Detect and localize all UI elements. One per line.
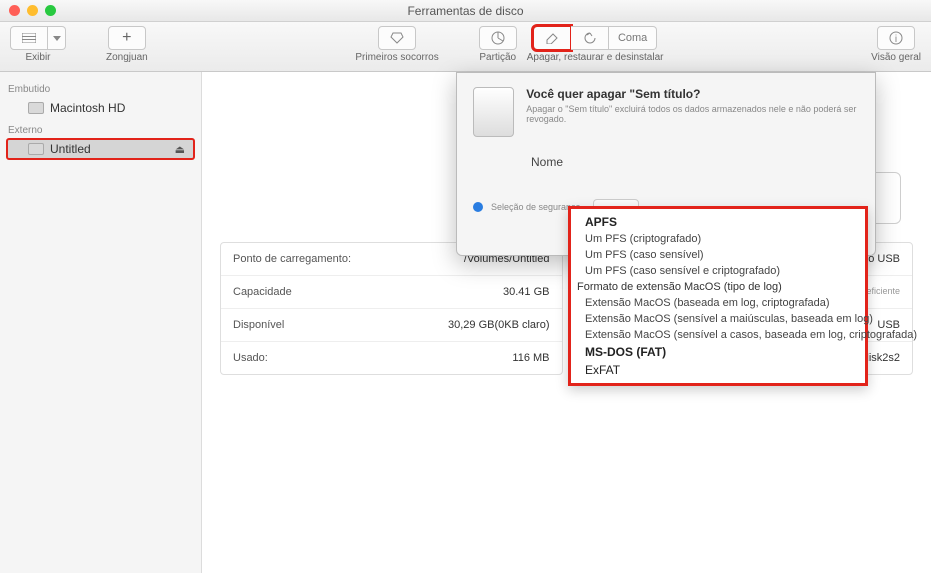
info-label: Visão geral [871, 52, 921, 63]
info-button[interactable]: i [877, 26, 915, 50]
security-bullet-icon [473, 202, 483, 212]
window-title: Ferramentas de disco [0, 4, 931, 18]
format-option-apfs-cs-encrypted[interactable]: Um PFS (caso sensível e criptografado) [571, 263, 865, 279]
info-value: 30.41 GB [503, 286, 549, 298]
erase-button[interactable] [533, 26, 571, 50]
view-dropdown-button[interactable] [48, 26, 66, 50]
eject-icon[interactable]: ⏏ [175, 143, 185, 156]
info-key: Disponível [233, 319, 284, 331]
info-value: 30,29 GB(0KB claro) [448, 319, 550, 331]
format-option-apfs[interactable]: APFS [571, 213, 865, 231]
format-option-exfat[interactable]: ExFAT [571, 361, 865, 379]
erase-group-label: Apagar, restaurar e desinstalar [527, 52, 664, 63]
drive-icon [473, 87, 514, 137]
sheet-title: Você quer apagar "Sem título? [526, 87, 859, 101]
info-value: disk2s2 [863, 352, 900, 364]
info-value: 116 MB [512, 352, 549, 364]
restore-button[interactable] [571, 26, 609, 50]
format-dropdown-menu: APFS Um PFS (criptografado) Um PFS (caso… [568, 206, 868, 386]
view-label: Exibir [25, 52, 50, 63]
disk-icon [28, 143, 44, 155]
format-option-cs-journaled-encrypted[interactable]: Extensão MacOS (sensível a casos, basead… [571, 327, 865, 343]
disk-icon [28, 102, 44, 114]
sidebar-item-untitled[interactable]: Untitled ⏏ [6, 138, 195, 160]
partition-button[interactable] [479, 26, 517, 50]
format-option-apfs-cs[interactable]: Um PFS (caso sensível) [571, 247, 865, 263]
svg-text:i: i [895, 34, 897, 45]
unmount-button[interactable]: Coma [609, 26, 657, 50]
sidebar-item-macintosh-hd[interactable]: Macintosh HD [6, 97, 195, 119]
view-mode-button[interactable] [10, 26, 48, 50]
sheet-subtitle: Apagar o "Sem título" excluirá todos os … [526, 104, 859, 124]
format-option-apfs-encrypted[interactable]: Um PFS (criptografado) [571, 231, 865, 247]
partition-label: Partição [479, 52, 516, 63]
sidebar-item-label: Untitled [50, 142, 91, 156]
info-row: Usado: 116 MB [221, 342, 562, 374]
sidebar: Embutido Macintosh HD Externo Untitled ⏏ [0, 72, 202, 573]
format-option-journaled-encrypted[interactable]: Extensão MacOS (baseada em log, criptogr… [571, 295, 865, 311]
info-row: Capacidade 30.41 GB [221, 276, 562, 309]
sidebar-external-header: Externo [0, 119, 201, 138]
info-key: Usado: [233, 352, 268, 364]
format-option-msdos-fat[interactable]: MS-DOS (FAT) [571, 343, 865, 361]
first-aid-label: Primeiros socorros [355, 52, 438, 63]
toolbar: Exibir + Zongjuan Primeiros socorros Par… [0, 22, 931, 72]
add-button[interactable]: + [108, 26, 146, 50]
info-key: Ponto de carregamento: [233, 253, 351, 265]
user-label: Zongjuan [106, 52, 148, 63]
titlebar: Ferramentas de disco [0, 0, 931, 22]
name-field-label: Nome [531, 155, 859, 169]
sidebar-internal-header: Embutido [0, 78, 201, 97]
info-key: Capacidade [233, 286, 292, 298]
content-pane: 30.41 GB Você quer apagar "Sem título? A… [202, 72, 931, 573]
info-row: Disponível 30,29 GB(0KB claro) [221, 309, 562, 342]
format-option-cs-journaled[interactable]: Extensão MacOS (sensível a maiúsculas, b… [571, 311, 865, 327]
format-group-macos-journaled: Formato de extensão MacOS (tipo de log) [571, 279, 865, 295]
first-aid-button[interactable] [378, 26, 416, 50]
sidebar-item-label: Macintosh HD [50, 101, 125, 115]
